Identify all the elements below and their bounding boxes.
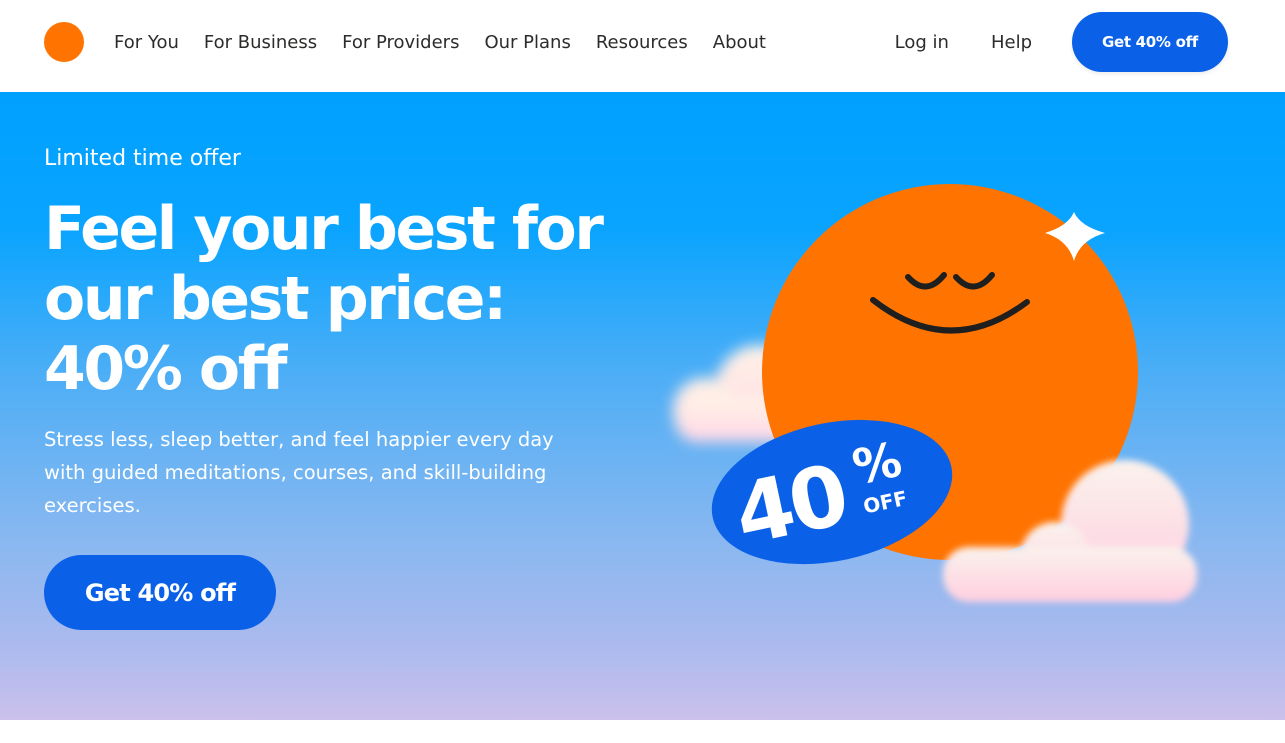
top-navigation: For You For Business For Providers Our P…	[0, 0, 1285, 92]
help-link[interactable]: Help	[991, 32, 1032, 53]
hero-get-offer-button[interactable]: Get 40% off	[44, 555, 276, 630]
nav-link-resources[interactable]: Resources	[596, 32, 688, 53]
hero-headline: Feel your best for our best price: 40% o…	[44, 194, 604, 404]
hero-eyebrow: Limited time offer	[44, 146, 241, 171]
nav-link-for-providers[interactable]: For Providers	[342, 32, 459, 53]
nav-get-offer-button[interactable]: Get 40% off	[1072, 12, 1228, 72]
nav-utilities: Log in Help Get 40% off	[895, 12, 1228, 72]
login-link[interactable]: Log in	[895, 32, 949, 53]
hero-section: Limited time offer Feel your best for ou…	[0, 92, 1285, 720]
nav-link-for-you[interactable]: For You	[114, 32, 179, 53]
primary-nav: For You For Business For Providers Our P…	[114, 0, 766, 84]
logo-icon[interactable]	[44, 22, 84, 62]
nav-link-our-plans[interactable]: Our Plans	[484, 32, 570, 53]
hero-illustration: 40 % OFF	[673, 184, 1197, 602]
nav-link-for-business[interactable]: For Business	[204, 32, 317, 53]
hero-subtext: Stress less, sleep better, and feel happ…	[44, 428, 554, 517]
nav-link-about[interactable]: About	[713, 32, 766, 53]
